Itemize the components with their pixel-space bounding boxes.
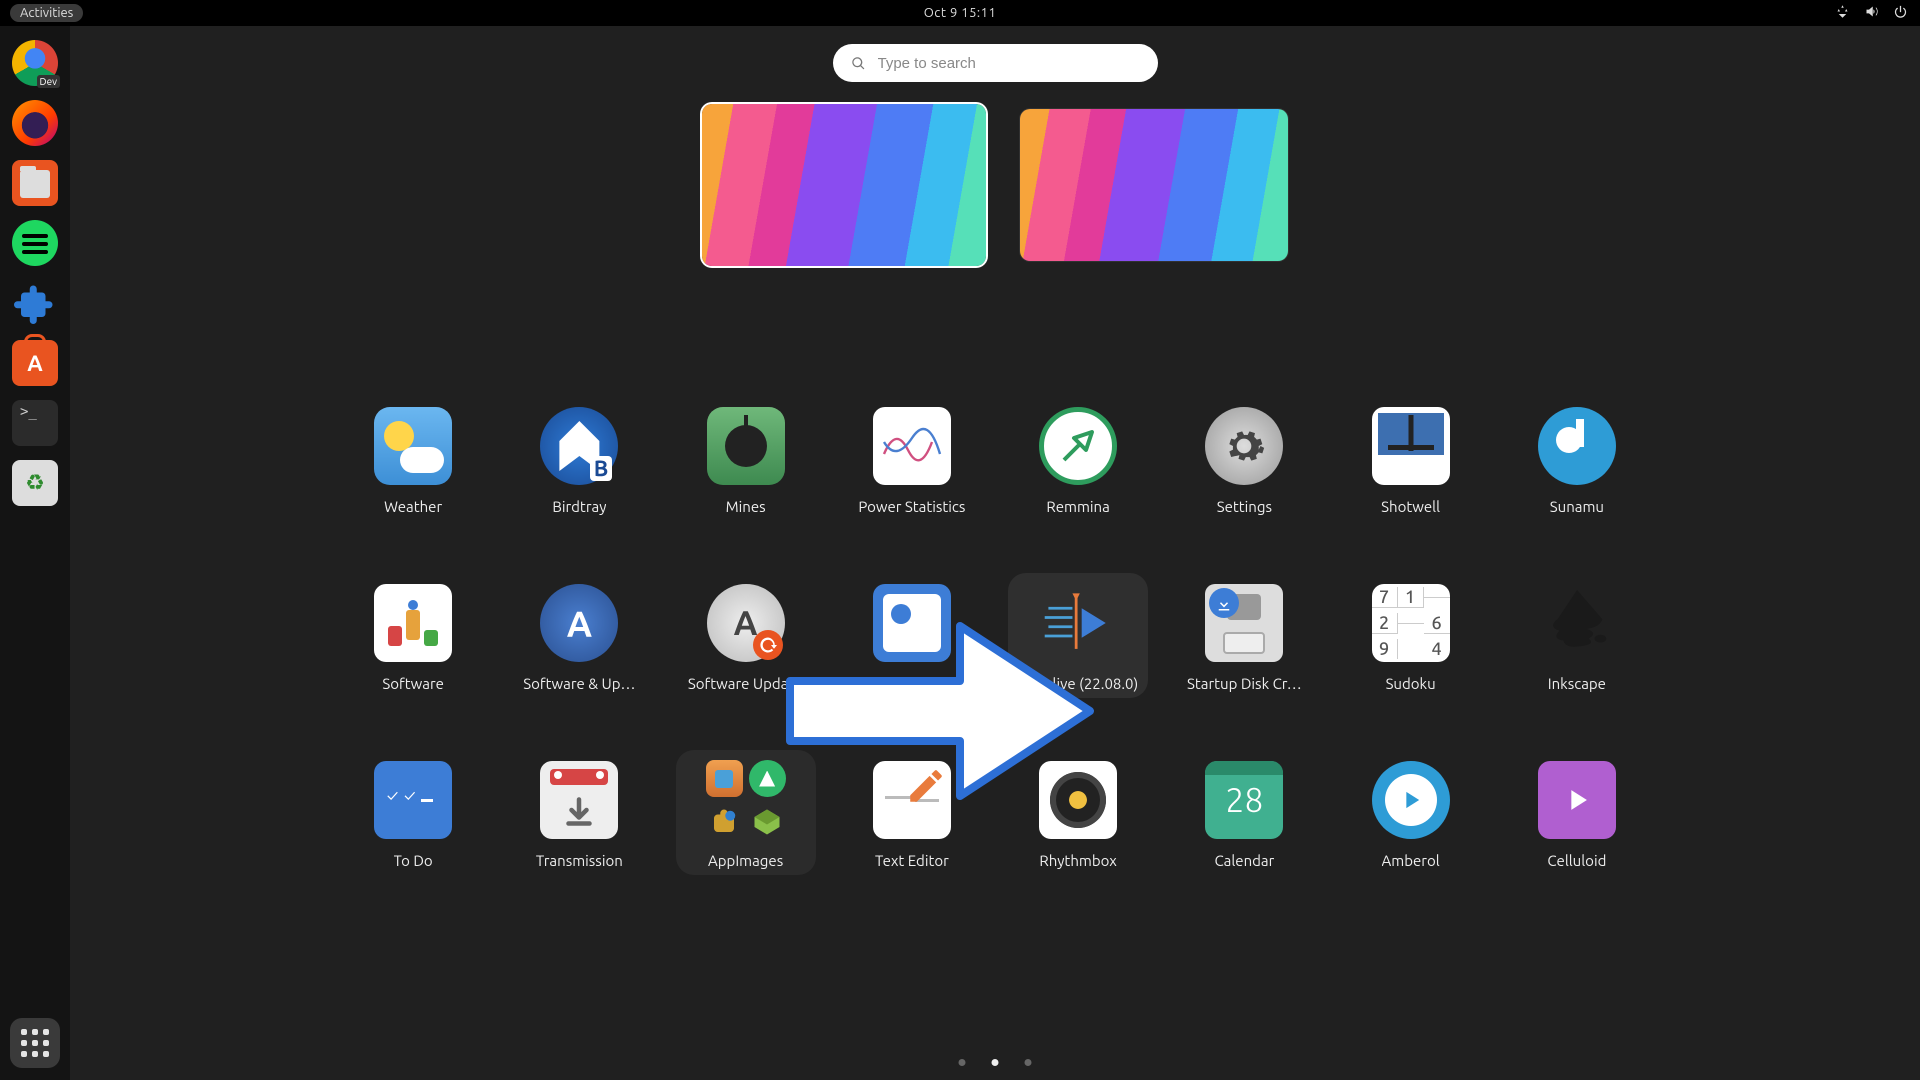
app-software[interactable]: Software: [343, 573, 483, 698]
calendar-day-badge: 28: [1205, 761, 1283, 839]
activities-overview: Weather B Birdtray Mines Power Statistic…: [70, 26, 1920, 1080]
network-icon[interactable]: [1835, 4, 1850, 22]
app-software-updater[interactable]: A Software Upda…: [676, 573, 816, 698]
app-label: Celluloid: [1547, 852, 1606, 869]
page-dot-3[interactable]: [1025, 1059, 1032, 1066]
app-folder-appimages[interactable]: AppImages: [676, 750, 816, 875]
application-grid: Weather B Birdtray Mines Power Statistic…: [330, 396, 1660, 875]
app-label: Mines: [726, 498, 766, 515]
app-amberol[interactable]: Amberol: [1341, 750, 1481, 875]
workspace-thumb-2[interactable]: [1020, 109, 1288, 261]
search-icon: [851, 56, 866, 71]
app-label: Software & Up…: [523, 675, 635, 692]
app-startup-applications[interactable]: Startup: [842, 573, 982, 698]
app-label: Text Editor: [875, 852, 949, 869]
app-label: Shotwell: [1381, 498, 1440, 515]
dock-app-chrome-dev[interactable]: [12, 40, 58, 86]
app-label: Transmission: [536, 852, 623, 869]
workspace-switcher: [70, 104, 1920, 266]
app-label: Settings: [1217, 498, 1272, 515]
dock-app-firefox[interactable]: [12, 100, 58, 146]
app-sudoku[interactable]: 7 1 2 6 9 4 Sudoku: [1341, 573, 1481, 698]
app-label: Software Upda…: [688, 675, 803, 692]
power-icon[interactable]: [1893, 4, 1908, 22]
top-bar: Activities Oct 9 15:11: [0, 0, 1920, 26]
app-inkscape[interactable]: Inkscape: [1507, 573, 1647, 698]
dock-app-files[interactable]: [12, 160, 58, 206]
workspace-thumb-1[interactable]: [702, 104, 986, 266]
app-label: Power Statistics: [858, 498, 965, 515]
page-indicator[interactable]: [959, 1059, 1032, 1066]
clock[interactable]: Oct 9 15:11: [924, 6, 997, 20]
app-settings[interactable]: Settings: [1174, 396, 1314, 521]
app-label: AppImages: [708, 852, 783, 869]
activities-button[interactable]: Activities: [10, 4, 83, 22]
dock-app-ubuntu-software[interactable]: [12, 340, 58, 386]
app-celluloid[interactable]: Celluloid: [1507, 750, 1647, 875]
app-label: Rhythmbox: [1039, 852, 1116, 869]
dock-trash[interactable]: [12, 460, 58, 506]
app-software-and-updates[interactable]: A Software & Up…: [509, 573, 649, 698]
app-label: Software: [382, 675, 444, 692]
app-power-statistics[interactable]: Power Statistics: [842, 396, 982, 521]
app-label: Sunamu: [1550, 498, 1604, 515]
dock: [0, 26, 70, 1080]
app-label: Startup: [887, 675, 937, 692]
app-shotwell[interactable]: Shotwell: [1341, 396, 1481, 521]
search-input[interactable]: [878, 55, 1140, 72]
show-applications-button[interactable]: [10, 1018, 60, 1068]
app-birdtray[interactable]: B Birdtray: [509, 396, 649, 521]
app-label: Weather: [384, 498, 442, 515]
app-label: Remmina: [1046, 498, 1109, 515]
app-sunamu[interactable]: Sunamu: [1507, 396, 1647, 521]
dock-app-terminal[interactable]: [12, 400, 58, 446]
app-label: To Do: [394, 852, 433, 869]
app-label: Amberol: [1382, 852, 1440, 869]
app-weather[interactable]: Weather: [343, 396, 483, 521]
system-tray[interactable]: [1835, 4, 1908, 22]
app-label: Startup Disk Cr…: [1187, 675, 1302, 692]
app-transmission[interactable]: Transmission: [509, 750, 649, 875]
volume-icon[interactable]: [1864, 4, 1879, 22]
page-dot-2[interactable]: [992, 1059, 999, 1066]
app-remmina[interactable]: Remmina: [1008, 396, 1148, 521]
page-dot-1[interactable]: [959, 1059, 966, 1066]
app-startup-disk-creator[interactable]: Startup Disk Cr…: [1174, 573, 1314, 698]
app-label: Birdtray: [552, 498, 606, 515]
app-calendar[interactable]: 28 Calendar: [1174, 750, 1314, 875]
app-label: Calendar: [1214, 852, 1274, 869]
dock-app-extensions[interactable]: [12, 280, 58, 326]
app-kdenlive[interactable]: Kdenlive (22.08.0): [1008, 573, 1148, 698]
app-rhythmbox[interactable]: Rhythmbox: [1008, 750, 1148, 875]
app-label: Kdenlive (22.08.0): [1018, 675, 1138, 692]
app-label: Sudoku: [1386, 675, 1436, 692]
search-bar[interactable]: [833, 44, 1158, 82]
app-text-editor[interactable]: Text Editor: [842, 750, 982, 875]
dock-app-spotify[interactable]: [12, 220, 58, 266]
app-todo[interactable]: ✓ ✓ To Do: [343, 750, 483, 875]
app-label: Inkscape: [1548, 675, 1606, 692]
app-mines[interactable]: Mines: [676, 396, 816, 521]
